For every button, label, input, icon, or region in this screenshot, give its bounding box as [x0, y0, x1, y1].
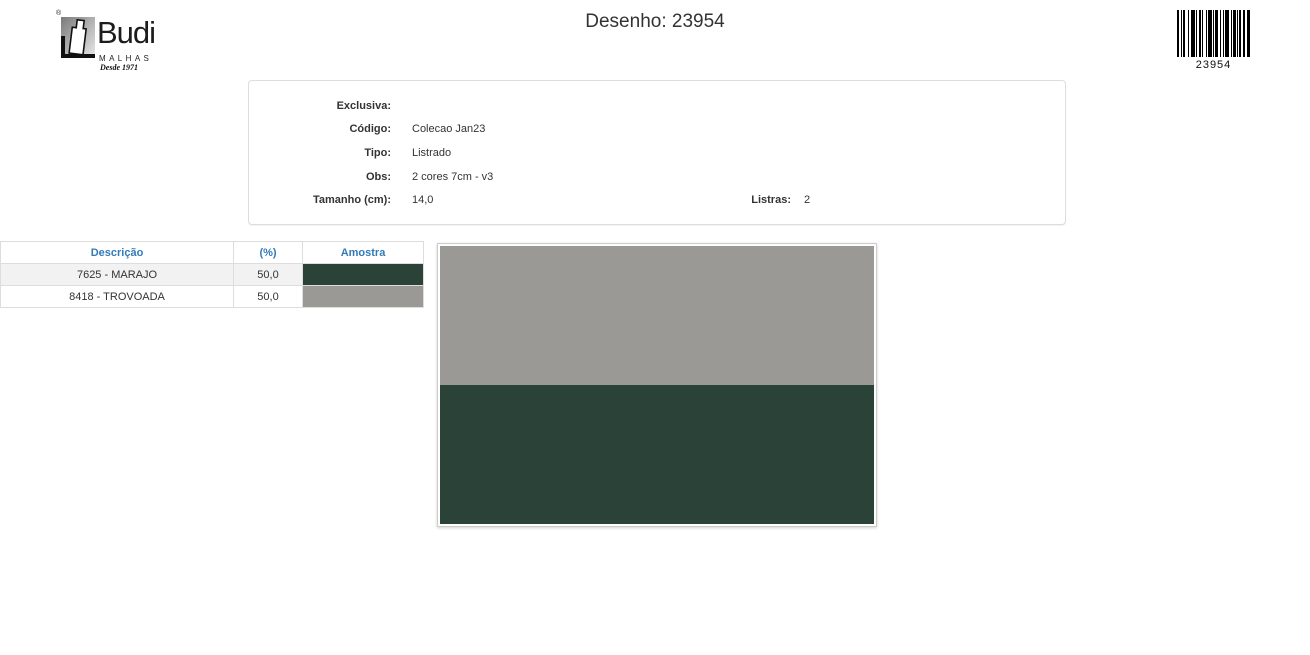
field-value: 2 cores 7cm - v3	[412, 171, 493, 183]
barcode-value: 23954	[1177, 59, 1250, 71]
field-row-exclusiva: Exclusiva:	[249, 94, 1065, 118]
page-title: Desenho: 23954	[0, 11, 1310, 33]
field-label: Exclusiva:	[249, 100, 391, 112]
info-panel: Exclusiva: Código: Colecao Jan23 Tipo: L…	[248, 80, 1066, 225]
composition-table: Descrição (%) Amostra 7625 - MARAJO 50,0…	[0, 241, 424, 308]
field-value: 14,0	[412, 194, 433, 206]
logo-tagline-text: Desde 1971	[100, 63, 138, 72]
page: ® Budi MALHAS Desde 1971 Desenho: 23954 …	[0, 0, 1310, 655]
column-header-descricao: Descrição	[1, 242, 234, 264]
color-swatch	[303, 264, 424, 286]
field-row-obs: Obs: 2 cores 7cm - v3	[249, 165, 1065, 189]
field-value: Colecao Jan23	[412, 123, 485, 135]
field-value-listras: 2	[804, 194, 810, 206]
field-label: Código:	[249, 123, 391, 135]
table-header-row: Descrição (%) Amostra	[1, 242, 424, 264]
column-header-percent: (%)	[234, 242, 303, 264]
cell-percent: 50,0	[234, 264, 303, 286]
column-header-amostra: Amostra	[303, 242, 424, 264]
logo-subtitle-text: MALHAS	[99, 54, 152, 63]
field-value: Listrado	[412, 147, 451, 159]
stripe-marajo	[440, 385, 874, 524]
cell-description: 7625 - MARAJO	[1, 264, 234, 286]
stripe-trovoada	[440, 246, 874, 385]
pattern-preview	[437, 243, 877, 527]
field-row-codigo: Código: Colecao Jan23	[249, 118, 1065, 142]
field-label: Tamanho (cm):	[249, 194, 391, 206]
color-swatch	[303, 286, 424, 308]
field-row-tipo: Tipo: Listrado	[249, 141, 1065, 165]
field-label: Obs:	[249, 171, 391, 183]
table-row: 8418 - TROVOADA 50,0	[1, 286, 424, 308]
barcode-icon	[1177, 10, 1250, 57]
cell-description: 8418 - TROVOADA	[1, 286, 234, 308]
field-label-listras: Listras:	[649, 194, 791, 206]
cell-percent: 50,0	[234, 286, 303, 308]
barcode: 23954	[1177, 10, 1250, 71]
field-row-tamanho: Tamanho (cm): 14,0 Listras: 2	[249, 188, 1065, 212]
field-label: Tipo:	[249, 147, 391, 159]
table-row: 7625 - MARAJO 50,0	[1, 264, 424, 286]
